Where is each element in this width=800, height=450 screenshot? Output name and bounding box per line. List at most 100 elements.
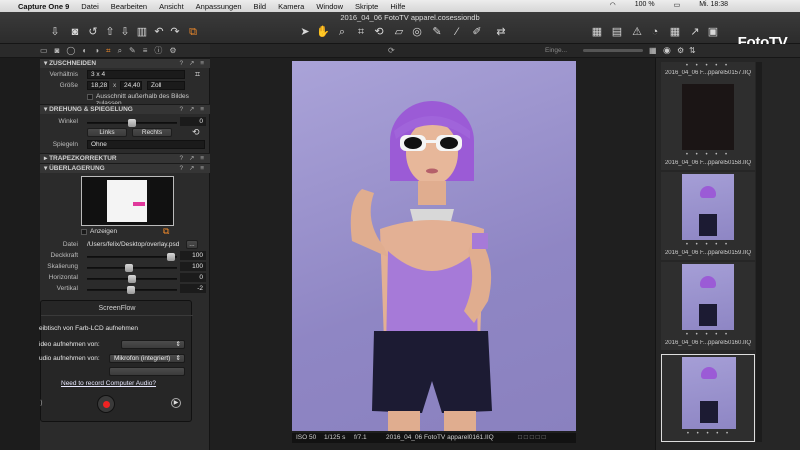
app-menu[interactable]: Capture One 9 xyxy=(18,2,69,11)
tab-capture-icon[interactable]: ◙ xyxy=(55,46,60,55)
tab-composition-icon[interactable]: ⌗ xyxy=(106,46,111,56)
rating-stars[interactable]: □□□□□ xyxy=(518,433,548,443)
angle-slider[interactable] xyxy=(87,119,177,127)
spot-tool-icon[interactable]: ◎ xyxy=(410,26,424,39)
menu-item-skripte[interactable]: Skripte xyxy=(355,2,378,11)
brush-tool-icon[interactable]: ✎ xyxy=(430,26,444,39)
undo-icon[interactable]: ↶ xyxy=(152,26,166,39)
pan-tool-icon[interactable]: ✋ xyxy=(316,26,330,39)
pointer-tool-icon[interactable]: ➤ xyxy=(298,26,312,39)
crop-height-field[interactable]: 24,40 xyxy=(120,81,142,90)
scale-slider[interactable] xyxy=(87,264,177,272)
angle-value[interactable]: 0 xyxy=(180,117,206,126)
section-header-keystone[interactable]: ▸ TRAPEZKORREKTUR? ↗ ≡ xyxy=(40,153,210,163)
import-icon[interactable]: ⇩ xyxy=(48,26,62,39)
scale-value[interactable]: 100 xyxy=(180,262,206,271)
trash-icon[interactable]: ▥ xyxy=(135,26,149,39)
mirror-select[interactable]: Ohne xyxy=(87,140,205,149)
tab-lens-icon[interactable]: ◯ xyxy=(66,46,75,55)
record-button[interactable] xyxy=(97,395,115,413)
thumbnail-item[interactable]: • • • • • 2016_04_06 F...pparel50159.IIQ xyxy=(661,172,755,260)
horizontal-value[interactable]: 0 xyxy=(180,273,206,282)
play-icon[interactable]: ▶ xyxy=(171,398,181,408)
keystone-tool-icon[interactable]: ▱ xyxy=(392,26,406,39)
thumbnail-rating[interactable]: • • • • • xyxy=(661,242,755,248)
reset-icon[interactable]: ↺ xyxy=(86,26,100,39)
tab-details-icon[interactable]: ⌕ xyxy=(118,46,122,56)
slider-thumb[interactable] xyxy=(167,253,175,261)
sort-icon[interactable]: ⇅ xyxy=(689,46,696,55)
audio-extra-select[interactable] xyxy=(109,367,185,376)
rotate-right-button[interactable]: Rechts xyxy=(132,128,172,137)
vertical-value[interactable]: -2 xyxy=(180,284,206,293)
process-icon[interactable]: ⧉ xyxy=(186,26,200,39)
search-field[interactable]: Einge... xyxy=(545,47,567,54)
slider-thumb[interactable] xyxy=(128,119,136,127)
battery-status[interactable]: 100 % xyxy=(635,1,655,9)
slider-thumb[interactable] xyxy=(125,264,133,272)
crop-lock-icon[interactable]: ⌗ xyxy=(195,69,200,80)
unit-select[interactable]: Zoll xyxy=(147,81,185,90)
overlay-layer-icon[interactable]: ⧉ xyxy=(163,226,169,237)
filter-icon[interactable]: ⚙ xyxy=(677,46,684,55)
browser-scrollbar[interactable] xyxy=(756,62,762,442)
redo-icon[interactable]: ↷ xyxy=(168,26,182,39)
record-desktop-option[interactable]: eibtisch von Farb-LCD aufnehmen xyxy=(39,325,138,332)
outside-image-checkbox[interactable] xyxy=(87,94,93,100)
menu-item-bild[interactable]: Bild xyxy=(254,2,267,11)
tab-local-icon[interactable]: ✎ xyxy=(129,46,136,55)
audio-source-select[interactable]: Mikrofon (integriert) ⇕ xyxy=(109,354,185,363)
grid-icon[interactable]: ▦ xyxy=(649,46,657,55)
compare-icon[interactable]: ▣ xyxy=(706,26,720,39)
list-view-icon[interactable]: ▤ xyxy=(610,26,624,39)
thumbnail-item[interactable]: • • • • • 2016_04_06 F...pparel50160.IIQ xyxy=(661,262,755,350)
thumbnail-item[interactable]: • • • • • 2016_04_06 F...pparel50157.IIQ xyxy=(661,62,755,82)
thumbnail-rating[interactable]: • • • • • xyxy=(661,63,755,69)
menu-item-kamera[interactable]: Kamera xyxy=(278,2,304,11)
opacity-value[interactable]: 100 xyxy=(180,251,206,260)
ratio-select[interactable]: 3 x 4 xyxy=(87,70,185,79)
section-header-crop[interactable]: ▾ ZUSCHNEIDEN? ↗ ≡ xyxy=(40,58,210,68)
tab-adjustments-icon[interactable]: ≡ xyxy=(143,46,148,55)
crop-tool-icon[interactable]: ⌗ xyxy=(354,26,368,39)
menu-item-bearbeiten[interactable]: Bearbeiten xyxy=(111,2,147,11)
section-tools[interactable]: ? ↗ ≡ xyxy=(180,59,206,69)
slider-thumb[interactable] xyxy=(128,275,136,283)
wifi-icon[interactable]: ◠ xyxy=(610,1,616,9)
crop-width-field[interactable]: 18,28 xyxy=(87,81,109,90)
exposure-warning-icon[interactable]: ▦ xyxy=(668,26,682,39)
eye-icon[interactable]: ◉ xyxy=(663,45,671,56)
rotate-left-button[interactable]: Links xyxy=(87,128,127,137)
straighten-icon[interactable]: ⟲ xyxy=(192,127,200,138)
focus-mask-icon[interactable]: ↗ xyxy=(688,26,702,39)
zoom-tool-icon[interactable]: ⌕ xyxy=(335,26,349,39)
slider-thumb[interactable] xyxy=(127,286,135,294)
horizontal-slider[interactable] xyxy=(87,275,177,283)
menu-item-ansicht[interactable]: Ansicht xyxy=(159,2,184,11)
clock[interactable]: Mi. 18:38 xyxy=(699,1,728,9)
menu-item-anpassungen[interactable]: Anpassungen xyxy=(196,2,242,11)
opacity-slider[interactable] xyxy=(87,253,177,261)
menu-item-datei[interactable]: Datei xyxy=(81,2,99,11)
settings-icon[interactable]: ⟩ xyxy=(40,399,43,407)
apply-adjustments-icon[interactable]: ⇩ xyxy=(118,26,132,39)
copy-adjustments-icon[interactable]: ⇧ xyxy=(103,26,117,39)
thumbnail-rating[interactable]: • • • • • xyxy=(661,152,755,158)
section-tools[interactable]: ? ↗ ≡ xyxy=(180,164,206,174)
proof-icon[interactable]: ◔ xyxy=(648,26,662,39)
thumbnail-rating[interactable]: • • • • • xyxy=(661,332,755,338)
rotate-tool-icon[interactable]: ⟲ xyxy=(372,26,386,39)
video-source-select[interactable]: ⇕ xyxy=(121,340,185,349)
computer-audio-link[interactable]: Need to record Computer Audio? xyxy=(61,380,156,387)
main-photo[interactable] xyxy=(292,61,576,431)
tab-exposure-icon[interactable]: ◑ xyxy=(94,46,99,55)
menu-item-hilfe[interactable]: Hilfe xyxy=(390,2,405,11)
tab-output-icon[interactable]: ⚙ xyxy=(169,46,176,55)
thumbnail-item-selected[interactable]: • • • • • xyxy=(661,354,755,442)
thumbnail-size-slider[interactable] xyxy=(583,49,643,52)
tab-library-icon[interactable]: ▭ xyxy=(40,46,48,55)
vertical-slider[interactable] xyxy=(87,286,177,294)
tab-metadata-icon[interactable]: ⓘ xyxy=(154,45,162,56)
menu-item-window[interactable]: Window xyxy=(316,2,343,11)
section-header-rotation[interactable]: ▾ DREHUNG & SPIEGELUNG? ↗ ≡ xyxy=(40,104,210,114)
